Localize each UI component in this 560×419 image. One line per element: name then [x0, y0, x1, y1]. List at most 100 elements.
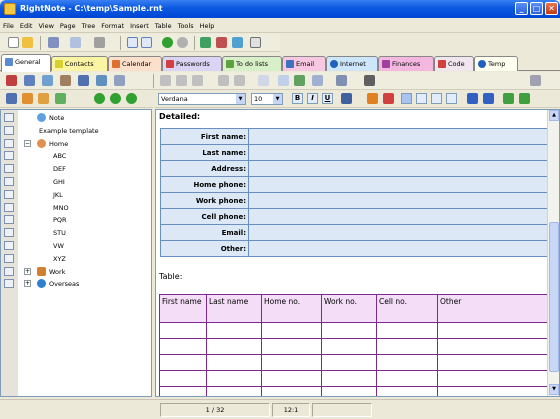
table-cell[interactable]	[321, 370, 377, 387]
menu-file[interactable]: File	[0, 18, 17, 30]
vertical-scrollbar[interactable]: ▲ ▼	[547, 110, 559, 396]
table-header-cell[interactable]: Cell no.	[376, 294, 438, 323]
table-cell[interactable]	[437, 338, 548, 355]
copy-page-icon[interactable]	[141, 37, 152, 48]
tree-node-xyz[interactable]: XYZ	[53, 255, 66, 263]
font-color-icon[interactable]	[341, 93, 352, 104]
table-header-cell[interactable]: Home no.	[261, 294, 322, 323]
more-icon[interactable]	[530, 75, 541, 86]
detail-value-cell[interactable]	[248, 192, 552, 209]
tree-tools-icon[interactable]	[22, 93, 33, 104]
tree-node-home[interactable]: Home	[49, 140, 68, 148]
copy-icon[interactable]	[176, 75, 187, 86]
maximize-button[interactable]: □	[530, 2, 543, 15]
table-cell[interactable]	[159, 322, 207, 339]
insert-table-icon[interactable]	[336, 75, 347, 86]
table-cell[interactable]	[376, 386, 438, 396]
tree-node-overseas[interactable]: Overseas	[49, 280, 79, 288]
menu-view[interactable]: View	[35, 18, 56, 30]
tree-node-def[interactable]: DEF	[53, 165, 66, 173]
tab-general[interactable]: General	[1, 54, 51, 72]
menu-edit[interactable]: Edit	[17, 18, 36, 30]
node-sort-icon[interactable]	[96, 75, 107, 86]
detail-value-cell[interactable]	[248, 144, 552, 161]
tree-node-jkl[interactable]: JKL	[53, 191, 63, 199]
tree-node-pqr[interactable]: PQR	[53, 216, 67, 224]
detail-value-cell[interactable]	[248, 160, 552, 177]
tree-node-note[interactable]: Note	[49, 114, 64, 122]
tree-node-example-template[interactable]: Example template	[39, 127, 99, 135]
detail-value-cell[interactable]	[248, 128, 552, 145]
numbering-icon[interactable]	[483, 93, 494, 104]
expand-icon[interactable]: +	[24, 280, 31, 288]
align-center-icon[interactable]	[416, 93, 427, 104]
new-page-icon[interactable]	[127, 37, 138, 48]
indent-icon[interactable]	[503, 93, 514, 104]
table-cell[interactable]	[437, 386, 548, 396]
outdent-icon[interactable]	[519, 93, 530, 104]
table-cell[interactable]	[206, 370, 262, 387]
save-icon[interactable]	[48, 37, 59, 48]
menu-help[interactable]: Help	[197, 18, 218, 30]
print-icon[interactable]	[94, 37, 105, 48]
table-header-cell[interactable]: Work no.	[321, 294, 377, 323]
table-cell[interactable]	[376, 322, 438, 339]
table-cell[interactable]	[206, 338, 262, 355]
tree-node-mno[interactable]: MNO	[53, 204, 69, 212]
paragraph-icon[interactable]	[364, 75, 375, 86]
underline-button[interactable]: U	[322, 93, 333, 104]
menu-page[interactable]: Page	[57, 18, 79, 30]
tree-icon[interactable]	[6, 75, 17, 86]
undo-icon[interactable]	[218, 75, 229, 86]
table-cell[interactable]	[159, 370, 207, 387]
table-cell[interactable]	[437, 322, 548, 339]
nav-forward-icon[interactable]	[126, 93, 137, 104]
table-cell[interactable]	[206, 386, 262, 396]
tree-node-abc[interactable]: ABC	[53, 152, 66, 160]
table-cell[interactable]	[261, 322, 322, 339]
tab-to-do-lists[interactable]: To do lists	[222, 56, 282, 71]
link-icon[interactable]	[278, 75, 289, 86]
table-header-cell[interactable]: First name	[159, 294, 207, 323]
nav-up-icon[interactable]	[110, 93, 121, 104]
tab-code[interactable]: Code	[434, 56, 474, 71]
table-cell[interactable]	[206, 322, 262, 339]
tree-image-icon[interactable]	[55, 93, 66, 104]
redo-icon[interactable]	[234, 75, 245, 86]
tree-node-vw[interactable]: VW	[53, 242, 64, 250]
table-cell[interactable]	[159, 354, 207, 371]
detail-value-cell[interactable]	[248, 176, 552, 193]
find-icon[interactable]	[70, 37, 81, 48]
open-folder-icon[interactable]	[22, 37, 33, 48]
font-name-select[interactable]: Verdana ▼	[158, 93, 246, 105]
table-cell[interactable]	[376, 370, 438, 387]
tab-email[interactable]: Email	[282, 56, 326, 71]
cut-icon[interactable]	[160, 75, 171, 86]
export-icon[interactable]	[216, 37, 227, 48]
new-file-icon[interactable]	[8, 37, 19, 48]
menu-tools[interactable]: Tools	[175, 18, 197, 30]
table-cell[interactable]	[376, 338, 438, 355]
tab-contacts[interactable]: Contacts	[51, 56, 108, 71]
node-icon[interactable]	[24, 75, 35, 86]
table-cell[interactable]	[321, 386, 377, 396]
back-icon[interactable]	[162, 37, 173, 48]
italic-button[interactable]: I	[307, 93, 318, 104]
align-justify-icon[interactable]	[446, 93, 457, 104]
table-cell[interactable]	[376, 354, 438, 371]
node-add-icon[interactable]	[42, 75, 53, 86]
image-icon[interactable]	[294, 75, 305, 86]
forward-icon[interactable]	[177, 37, 188, 48]
tab-passwords[interactable]: Passwords	[162, 56, 222, 71]
table-cell[interactable]	[321, 354, 377, 371]
note-editor[interactable]: Detailed: First name: Last name: Address: H…	[155, 109, 560, 397]
table-cell[interactable]	[321, 322, 377, 339]
spellcheck-icon[interactable]	[383, 93, 394, 104]
table-cell[interactable]	[206, 354, 262, 371]
paste-icon[interactable]	[192, 75, 203, 86]
find-text-icon[interactable]	[258, 75, 269, 86]
table-cell[interactable]	[437, 370, 548, 387]
minimize-button[interactable]: _	[515, 2, 528, 15]
options-icon[interactable]	[232, 37, 243, 48]
table-cell[interactable]	[261, 354, 322, 371]
